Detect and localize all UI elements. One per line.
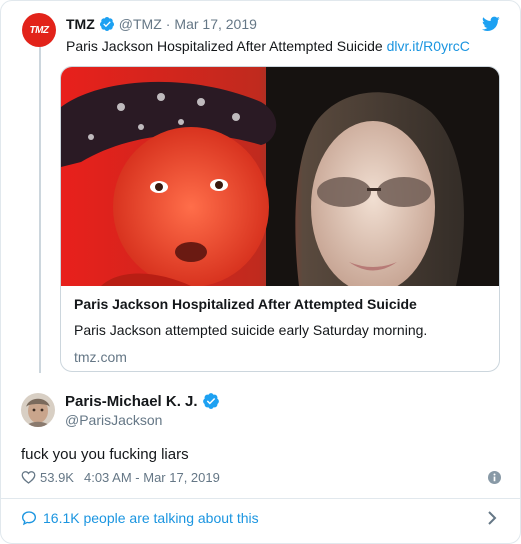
tweet-link[interactable]: dlvr.it/R0yrcC [387, 38, 470, 54]
verified-badge-icon [202, 393, 219, 409]
embedded-tweet: TMZ TMZ @TMZ · Mar 17, 2019 Paris Jackso… [0, 0, 521, 544]
tweet-date[interactable]: Mar 17, 2019 [174, 16, 257, 32]
speech-bubble-icon [21, 511, 37, 526]
reply-tweet-text: fuck you you fucking liars [21, 446, 189, 463]
tmz-avatar[interactable]: TMZ [22, 13, 56, 47]
info-icon[interactable] [488, 471, 501, 484]
like-count[interactable]: 53.9K [40, 470, 74, 485]
paris-avatar[interactable] [21, 393, 55, 427]
talking-count: 16.1K people are talking about this [43, 510, 259, 526]
link-card[interactable]: Paris Jackson Hospitalized After Attempt… [60, 66, 500, 372]
tweet-meta: 53.9K 4:03 AM - Mar 17, 2019 [21, 468, 501, 486]
divider [1, 498, 520, 499]
separator-dot: · [165, 16, 171, 32]
conversation-link[interactable]: 16.1K people are talking about this [21, 508, 501, 528]
card-domain: tmz.com [74, 349, 127, 365]
avatar-text: TMZ [29, 24, 49, 36]
author-handle[interactable]: @TMZ [119, 16, 162, 32]
verified-badge-icon [99, 17, 114, 31]
card-description: Paris Jackson attempted suicide early Sa… [74, 322, 428, 338]
heart-icon[interactable] [21, 470, 36, 484]
quoted-tweet-header: TMZ @TMZ · Mar 17, 2019 [66, 16, 257, 32]
card-title: Paris Jackson Hospitalized After Attempt… [74, 296, 417, 312]
twitter-bird-icon[interactable] [482, 16, 500, 32]
card-image [61, 67, 499, 286]
thread-connector [39, 43, 41, 373]
reply-author-handle[interactable]: @ParisJackson [65, 412, 162, 428]
chevron-right-icon[interactable] [487, 511, 497, 525]
tweet-body: Paris Jackson Hospitalized After Attempt… [66, 38, 383, 54]
reply-author-row: Paris-Michael K. J. [65, 392, 224, 410]
author-name[interactable]: TMZ [66, 16, 95, 32]
card-body: Paris Jackson Hospitalized After Attempt… [74, 296, 488, 365]
quoted-tweet-text: Paris Jackson Hospitalized After Attempt… [66, 38, 470, 54]
tweet-timestamp[interactable]: 4:03 AM - Mar 17, 2019 [84, 470, 220, 485]
reply-author-name[interactable]: Paris-Michael K. J. [65, 393, 198, 410]
